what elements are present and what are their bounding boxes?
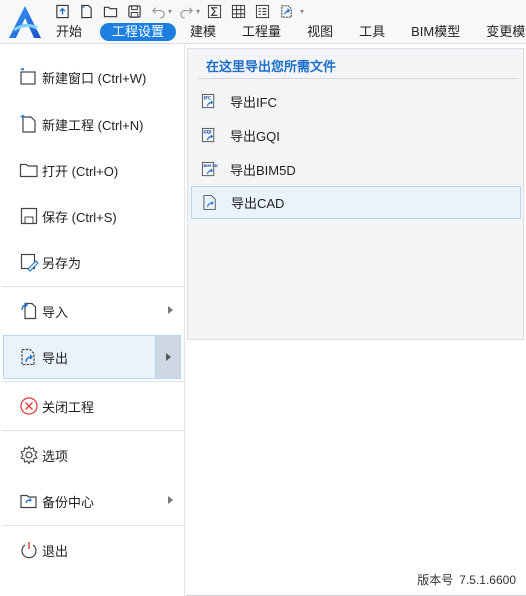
save-up-icon[interactable] bbox=[54, 3, 71, 20]
list-icon[interactable] bbox=[254, 3, 271, 20]
menu-separator bbox=[2, 381, 184, 382]
import-icon bbox=[18, 300, 40, 322]
version-info: 版本号 7.5.1.6600 bbox=[417, 571, 516, 588]
menu-item-close-project[interactable]: 关闭工程 bbox=[0, 384, 185, 428]
ribbon-tabs: 开始 工程设置 建模 工程量 视图 工具 BIM模型 变更模块 bbox=[56, 22, 526, 42]
tab-quantities[interactable]: 工程量 bbox=[242, 23, 281, 41]
menu-item-new-project[interactable]: 新建工程 (Ctrl+N) bbox=[0, 102, 185, 146]
export-bim5d-icon: BIM 5D bbox=[200, 161, 218, 179]
export-icon bbox=[18, 346, 40, 368]
export-ifc-badge: IFC bbox=[203, 96, 210, 101]
tab-view[interactable]: 视图 bbox=[307, 23, 333, 41]
submenu-arrow-icon bbox=[168, 306, 173, 314]
ribbon: ▾ ▾ ▾ 开始 工程设置 建模 工程量 视图 工具 BIM模型 变更模块 bbox=[0, 0, 526, 44]
quick-access-toolbar: ▾ ▾ ▾ bbox=[54, 2, 310, 20]
app-logo[interactable] bbox=[6, 4, 44, 40]
version-label: 版本号 bbox=[417, 573, 454, 587]
new-project-icon bbox=[18, 113, 40, 135]
menu-label: 备份中心 bbox=[42, 494, 95, 510]
file-menu: 新建窗口 (Ctrl+W) 新建工程 (Ctrl+N) 打开 (Ctrl+O) … bbox=[0, 45, 185, 596]
export-ifc-icon: IFC bbox=[200, 93, 218, 111]
export-bim5d-item[interactable]: BIM 5D 导出BIM5D bbox=[191, 153, 521, 186]
tab-start[interactable]: 开始 bbox=[56, 23, 82, 41]
menu-item-open[interactable]: 打开 (Ctrl+O) bbox=[0, 148, 185, 192]
save-as-icon bbox=[18, 251, 40, 273]
export-ifc-item[interactable]: IFC 导出IFC bbox=[191, 85, 521, 118]
export-cad-item[interactable]: 导出CAD bbox=[191, 186, 521, 219]
sum-icon[interactable] bbox=[206, 3, 223, 20]
export-gqi-label: 导出GQI bbox=[230, 129, 280, 144]
export-gqi-item[interactable]: GQI 导出GQI bbox=[191, 119, 521, 152]
menu-item-backup-center[interactable]: 备份中心 bbox=[0, 479, 185, 523]
menu-item-save[interactable]: 保存 (Ctrl+S) bbox=[0, 194, 185, 238]
menu-item-import[interactable]: 导入 bbox=[0, 289, 185, 333]
export-cad-label: 导出CAD bbox=[231, 196, 285, 211]
backup-icon bbox=[18, 490, 40, 512]
menu-label: 导入 bbox=[42, 304, 69, 320]
panel-title: 在这里导出您所需文件 bbox=[206, 59, 337, 74]
submenu-arrow-icon bbox=[168, 496, 173, 504]
redo-dropdown-icon[interactable]: ▾ bbox=[196, 7, 200, 16]
version-number: 7.5.1.6600 bbox=[459, 573, 516, 587]
tab-bim-model[interactable]: BIM模型 bbox=[411, 23, 460, 41]
tab-tools[interactable]: 工具 bbox=[359, 23, 385, 41]
export-gqi-icon: GQI bbox=[200, 127, 218, 145]
menu-separator bbox=[2, 525, 184, 526]
undo-dropdown-icon[interactable]: ▾ bbox=[168, 7, 172, 16]
menu-label: 新建工程 (Ctrl+N) bbox=[42, 117, 144, 133]
menu-label: 保存 (Ctrl+S) bbox=[42, 209, 117, 225]
export-icon[interactable] bbox=[278, 3, 295, 20]
menu-item-export[interactable]: 导出 bbox=[3, 335, 181, 379]
menu-label: 关闭工程 bbox=[42, 399, 95, 415]
grid-icon[interactable] bbox=[230, 3, 247, 20]
menu-label: 打开 (Ctrl+O) bbox=[42, 163, 119, 179]
new-window-icon bbox=[18, 66, 40, 88]
export-submenu-pane: 在这里导出您所需文件 IFC 导出IFC GQI 导出GQI BIM 5D 导出… bbox=[186, 45, 526, 596]
open-folder-icon bbox=[18, 159, 40, 181]
menu-label: 选项 bbox=[42, 448, 69, 464]
save-icon[interactable] bbox=[126, 3, 143, 20]
submenu-expand-button[interactable] bbox=[155, 335, 181, 379]
close-project-icon bbox=[18, 395, 40, 417]
customize-toolbar-icon[interactable]: ▾ bbox=[300, 7, 304, 16]
tab-modeling[interactable]: 建模 bbox=[190, 23, 216, 41]
export-bim5d-label: 导出BIM5D bbox=[230, 163, 296, 178]
menu-separator bbox=[2, 286, 184, 287]
export-panel: 在这里导出您所需文件 IFC 导出IFC GQI 导出GQI BIM 5D 导出… bbox=[187, 48, 524, 340]
tab-project-settings[interactable]: 工程设置 bbox=[100, 23, 177, 41]
export-bim5d-badge: BIM 5D bbox=[203, 164, 217, 168]
export-ifc-label: 导出IFC bbox=[230, 95, 277, 110]
menu-label: 另存为 bbox=[42, 255, 82, 271]
undo-icon[interactable] bbox=[150, 3, 167, 20]
export-cad-icon bbox=[201, 194, 219, 212]
submenu-arrow-icon bbox=[166, 353, 171, 361]
menu-label: 导出 bbox=[42, 350, 69, 366]
menu-item-exit[interactable]: 退出 bbox=[0, 528, 185, 572]
menu-separator bbox=[2, 430, 184, 431]
redo-icon[interactable] bbox=[178, 3, 195, 20]
export-gqi-badge: GQI bbox=[203, 130, 212, 135]
save-icon bbox=[18, 205, 40, 227]
tab-change-module[interactable]: 变更模块 bbox=[486, 23, 526, 41]
power-icon bbox=[18, 539, 40, 561]
gear-icon bbox=[18, 444, 40, 466]
menu-label: 退出 bbox=[42, 543, 69, 559]
panel-divider bbox=[198, 78, 518, 79]
new-file-icon[interactable] bbox=[78, 3, 95, 20]
menu-item-save-as[interactable]: 另存为 bbox=[0, 240, 185, 284]
menu-item-options[interactable]: 选项 bbox=[0, 433, 185, 477]
menu-label: 新建窗口 (Ctrl+W) bbox=[42, 70, 147, 86]
open-folder-icon[interactable] bbox=[102, 3, 119, 20]
menu-item-new-window[interactable]: 新建窗口 (Ctrl+W) bbox=[0, 55, 185, 99]
